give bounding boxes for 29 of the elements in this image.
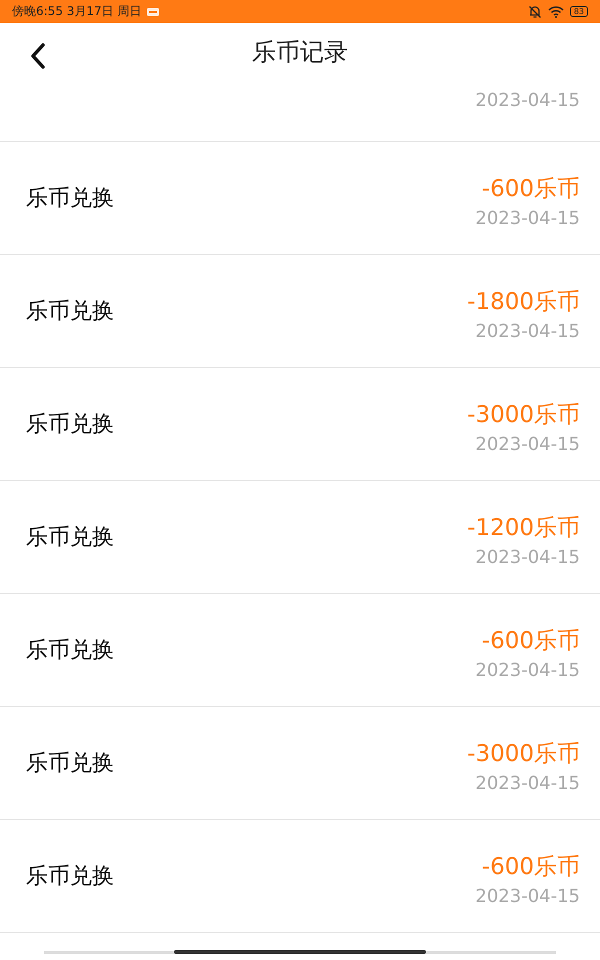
- status-time: 傍晚6:55 3月17日 周日: [12, 3, 142, 20]
- record-amount: -600乐币: [482, 175, 580, 204]
- record-date: 2023-04-15: [475, 321, 580, 342]
- back-icon[interactable]: [30, 43, 46, 69]
- record-date: 2023-04-15: [475, 547, 580, 568]
- record-amount: -3000乐币: [467, 740, 580, 769]
- battery-indicator: 83: [570, 6, 588, 17]
- record-title: 乐币兑换: [26, 411, 114, 439]
- wifi-icon: [548, 6, 564, 18]
- record-title: 乐币兑换: [26, 185, 114, 213]
- record-amount: -1800乐币: [467, 288, 580, 317]
- record-date: 2023-04-15: [475, 773, 580, 794]
- record-title: 乐币兑换: [26, 298, 114, 326]
- record-amount: -1200乐币: [467, 514, 580, 543]
- notification-icon: [147, 8, 160, 16]
- record-title: 乐币兑换: [26, 524, 114, 552]
- record-amount: -600乐币: [482, 627, 580, 656]
- page-title: 乐币记录: [252, 36, 348, 68]
- record-date: 2023-04-15: [475, 434, 580, 455]
- record-date: 2023-04-15: [475, 886, 580, 907]
- bell-off-icon: [528, 4, 542, 18]
- record-title: 乐币兑换: [26, 750, 114, 778]
- record-title: 乐币兑换: [26, 863, 114, 891]
- record-date: 2023-04-15: [475, 660, 580, 681]
- record-date: 2023-04-15: [475, 208, 580, 229]
- record-date: 2023-04-15: [475, 90, 580, 111]
- record-title: 乐币兑换: [26, 637, 114, 665]
- record-amount: -600乐币: [482, 853, 580, 882]
- record-amount: -3000乐币: [467, 401, 580, 430]
